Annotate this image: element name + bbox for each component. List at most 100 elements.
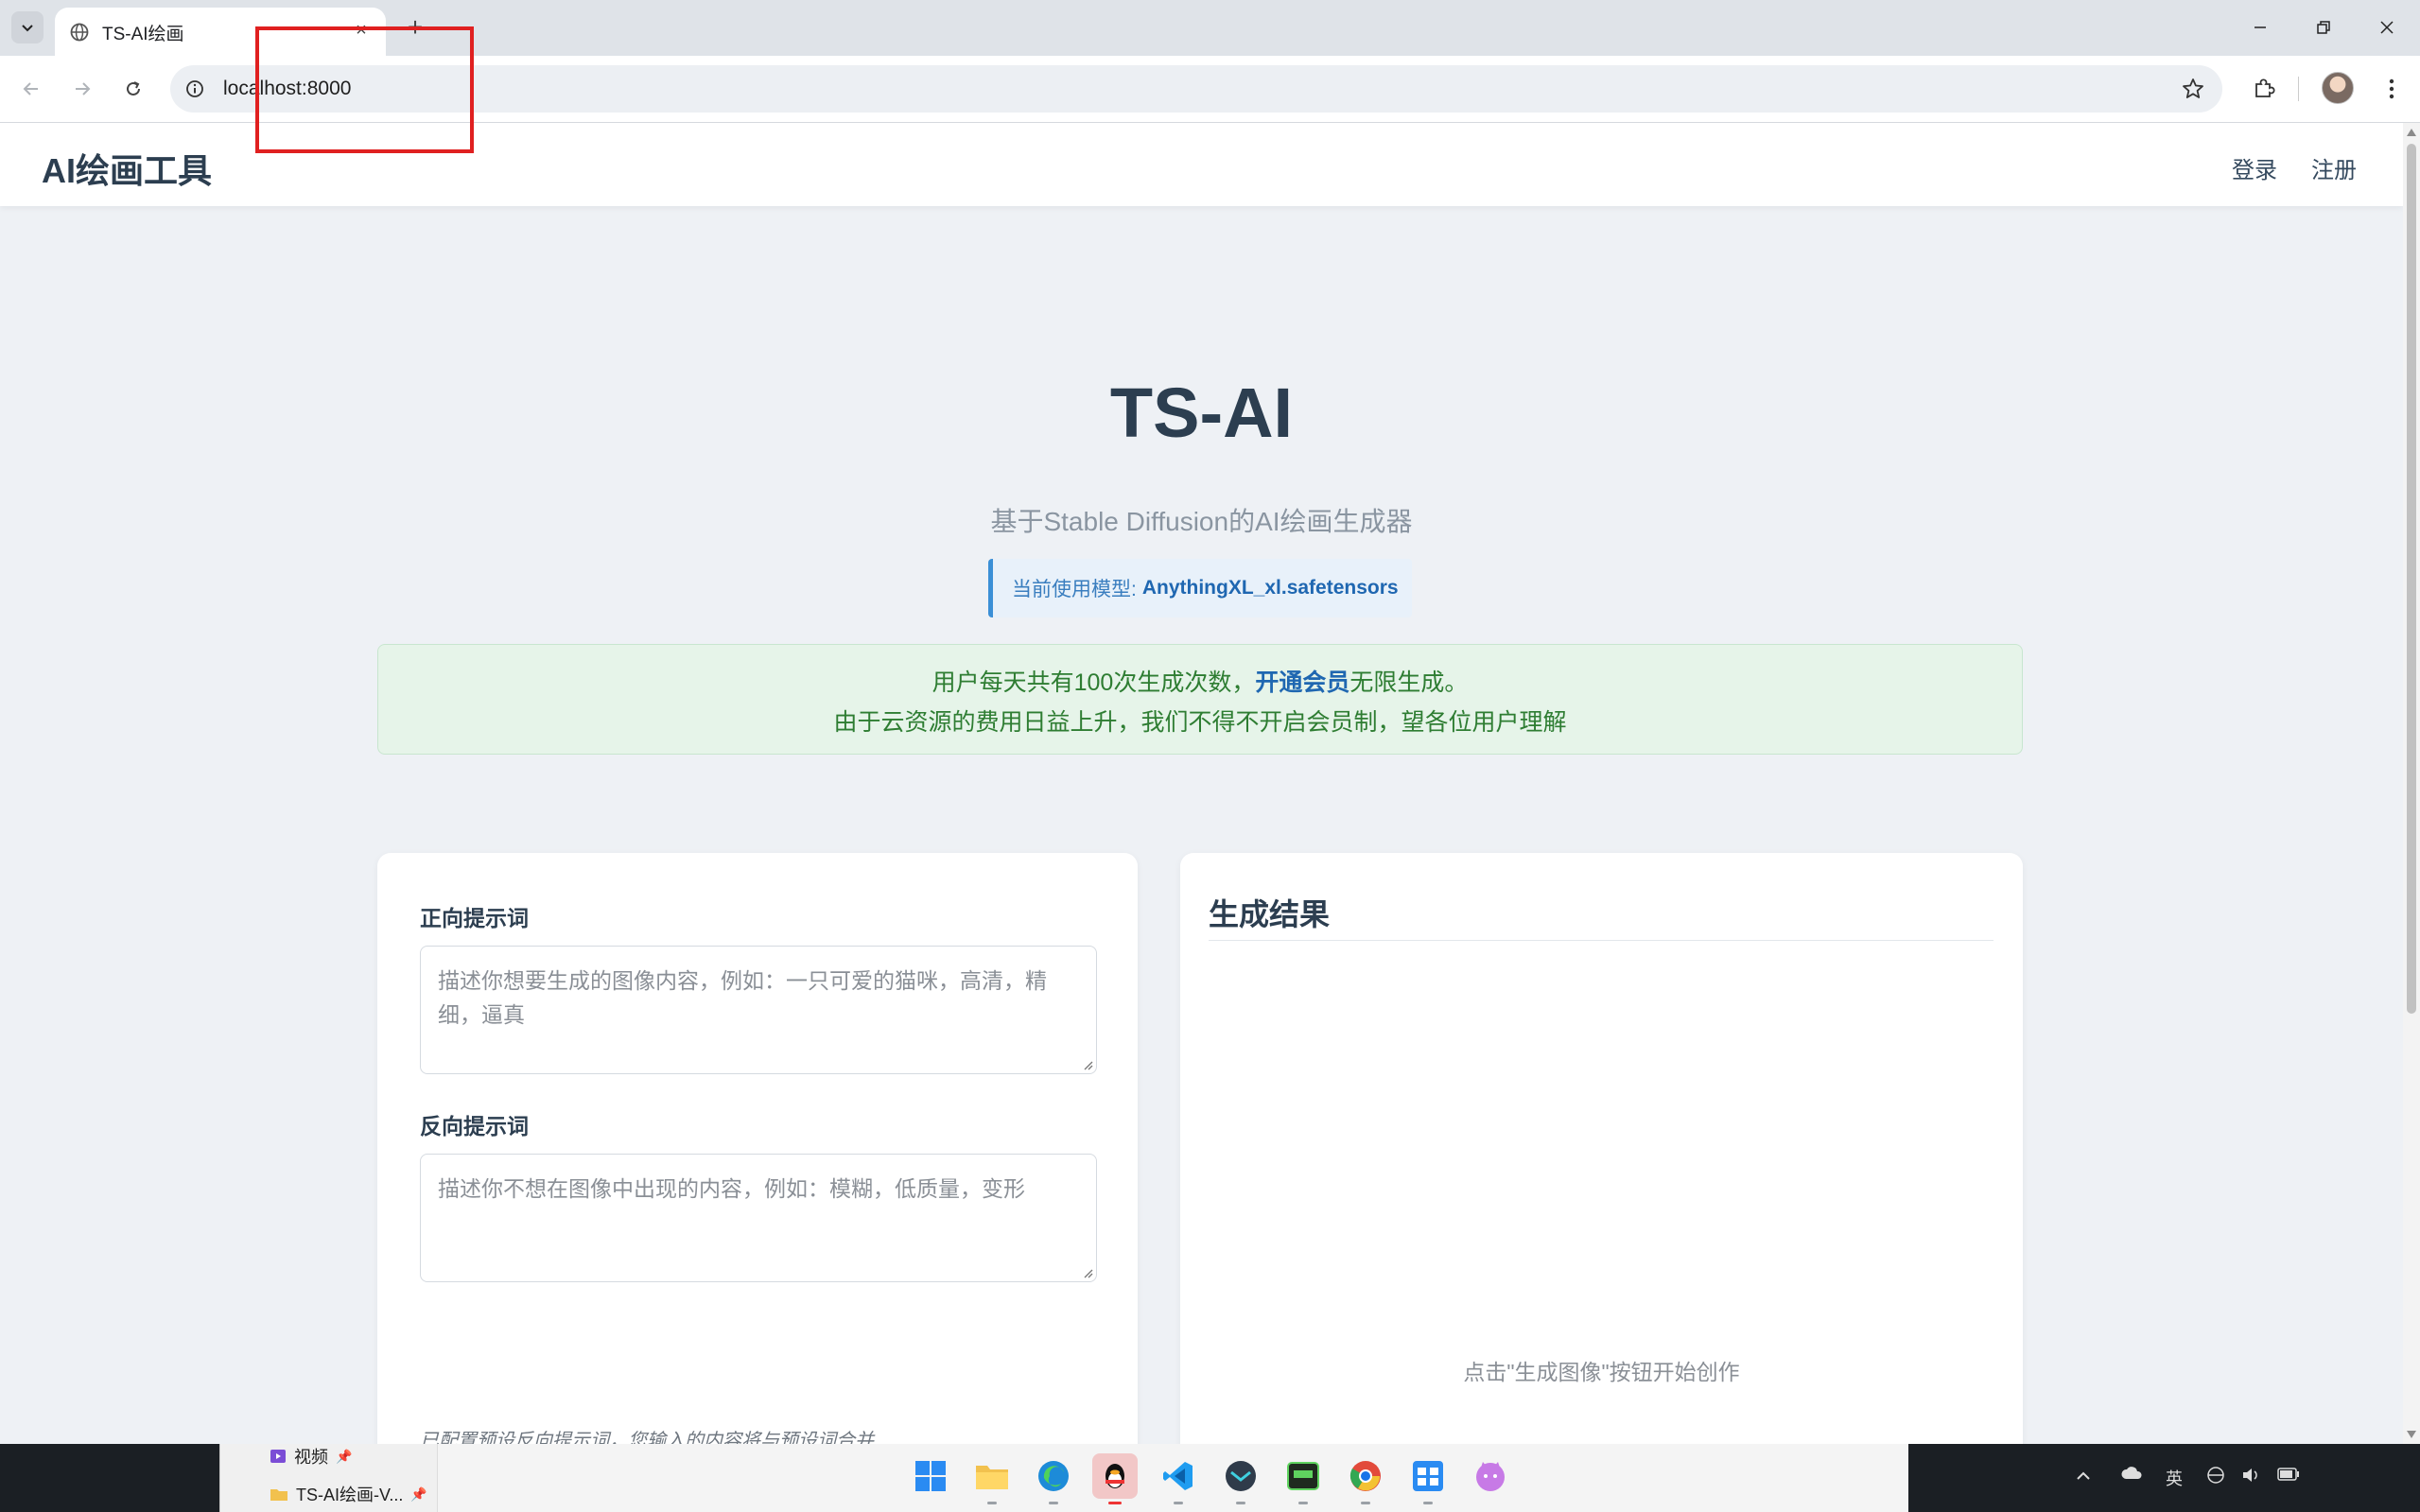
vip-link[interactable]: 开通会员 <box>1255 669 1349 696</box>
quick-access-label: 视频 <box>294 1448 328 1467</box>
start-button[interactable] <box>908 1453 953 1499</box>
reload-button[interactable] <box>115 71 151 107</box>
page-viewport: AI绘画工具 登录 注册 TS-AI 基于Stable Diffusion的AI… <box>0 123 2403 1444</box>
notice-line-2: 由于云资源的费用日益上升，我们不得不开启会员制，望各位用户理解 <box>833 709 1567 736</box>
taskbar-terminal[interactable] <box>1280 1453 1326 1504</box>
notice-text-end: 无限生成。 <box>1349 669 1469 696</box>
popup-quick-access: 视频 📌 TS-AI绘画-V... 📌 <box>220 1444 438 1512</box>
bookmark-star-icon[interactable] <box>2181 77 2205 101</box>
close-icon <box>2380 21 2394 34</box>
arrow-right-icon <box>76 82 91 96</box>
chevron-up-icon <box>2077 1471 2090 1480</box>
pin-icon: 📌 <box>336 1448 353 1464</box>
positive-prompt-input[interactable]: 描述你想要生成的图像内容，例如：一只可爱的猫咪，高清，精细，逼真 <box>420 946 1097 1074</box>
site-info-icon[interactable] <box>185 79 204 98</box>
globe-icon <box>70 23 89 42</box>
folder-icon <box>270 1489 287 1501</box>
notice-line-1: 用户每天共有100次生成次数，开通会员无限生成。 <box>378 664 2022 698</box>
arrow-left-icon <box>23 82 38 96</box>
result-card: 生成结果 点击"生成图像"按钮开始创作 <box>1180 853 2023 1444</box>
resize-grip-icon[interactable] <box>1082 1267 1093 1278</box>
positive-prompt-placeholder: 描述你想要生成的图像内容，例如：一只可爱的猫咪，高清，精细，逼真 <box>438 968 1047 1027</box>
page-subtitle: 基于Stable Diffusion的AI绘画生成器 <box>990 507 1413 536</box>
restore-button[interactable] <box>2295 9 2352 45</box>
scrollbar-thumb[interactable] <box>2407 144 2416 1014</box>
tab-title: TS-AI绘画 <box>102 25 184 44</box>
model-label: 当前使用模型: <box>1012 579 1137 600</box>
pin-icon: 📌 <box>410 1486 427 1502</box>
result-divider <box>1209 940 1993 941</box>
taskbar-chrome[interactable] <box>1343 1453 1388 1504</box>
globe-icon <box>2207 1467 2224 1484</box>
taskbar-file-explorer[interactable] <box>969 1453 1015 1504</box>
result-placeholder: 点击"生成图像"按钮开始创作 <box>1463 1360 1740 1384</box>
running-indicator <box>987 1502 997 1504</box>
minimize-button[interactable] <box>2232 9 2289 45</box>
penguin-icon <box>1106 1464 1124 1488</box>
running-indicator <box>1361 1502 1370 1504</box>
scroll-down-arrow[interactable] <box>2407 1431 2416 1438</box>
scroll-up-arrow[interactable] <box>2407 129 2416 136</box>
app-icon <box>1413 1461 1443 1491</box>
taskbar-qq[interactable] <box>1092 1453 1138 1504</box>
running-indicator <box>1174 1502 1183 1504</box>
negative-prompt-label: 反向提示词 <box>420 1114 529 1138</box>
running-indicator <box>1298 1502 1308 1504</box>
battery-icon <box>2277 1468 2299 1481</box>
positive-prompt-label: 正向提示词 <box>420 906 529 930</box>
cloud-icon <box>2121 1467 2142 1479</box>
app-icon <box>1226 1461 1256 1491</box>
generation-form-card: 正向提示词 描述你想要生成的图像内容，例如：一只可爱的猫咪，高清，精细，逼真 反… <box>377 853 1138 1444</box>
negative-prompt-placeholder: 描述你不想在图像中出现的内容，例如：模糊，低质量，变形 <box>438 1176 1025 1201</box>
page-scrollbar[interactable] <box>2403 123 2420 1444</box>
register-link[interactable]: 注册 <box>2311 151 2357 184</box>
close-window-button[interactable] <box>2359 9 2415 45</box>
reload-icon <box>127 81 140 96</box>
annotation-highlight-box <box>255 26 474 153</box>
taskbar-app-cat[interactable] <box>1468 1453 1513 1499</box>
tray-chevron[interactable] <box>2076 1466 2091 1486</box>
cat-icon <box>1476 1462 1505 1491</box>
more-vertical-icon <box>2389 78 2394 99</box>
tray-network[interactable] <box>2206 1466 2225 1489</box>
vscode-icon <box>1163 1462 1193 1490</box>
site-brand[interactable]: AI绘画工具 <box>42 144 212 193</box>
membership-notice: 用户每天共有100次生成次数，开通会员无限生成。 由于云资源的费用日益上升，我们… <box>377 644 2023 755</box>
tab-search-button[interactable] <box>11 11 44 43</box>
restore-icon <box>2317 21 2330 34</box>
login-link[interactable]: 登录 <box>2232 151 2277 184</box>
profile-avatar[interactable] <box>2322 72 2354 104</box>
chrome-icon <box>1349 1461 1381 1491</box>
chevron-down-icon <box>22 25 33 32</box>
notice-text: 用户每天共有100次生成次数， <box>931 669 1256 696</box>
extensions-button[interactable] <box>2246 71 2282 107</box>
quick-access-label: TS-AI绘画-V... <box>296 1486 404 1504</box>
tray-battery[interactable] <box>2277 1466 2300 1486</box>
back-button[interactable] <box>13 71 49 107</box>
quick-access-videos[interactable]: 视频 📌 <box>270 1444 352 1469</box>
address-bar[interactable]: localhost:8000 <box>170 65 2222 113</box>
puzzle-icon <box>2255 78 2275 97</box>
edge-icon <box>1038 1461 1069 1491</box>
video-folder-icon <box>270 1450 286 1463</box>
tray-onedrive[interactable] <box>2120 1466 2143 1486</box>
quick-access-project[interactable]: TS-AI绘画-V... 📌 <box>270 1482 427 1506</box>
speaker-icon <box>2243 1469 2257 1482</box>
resize-grip-icon[interactable] <box>1082 1059 1093 1070</box>
page-title: TS-AI <box>1109 374 1294 452</box>
negative-prompt-input[interactable]: 描述你不想在图像中出现的内容，例如：模糊，低质量，变形 <box>420 1154 1097 1282</box>
taskbar-edge[interactable] <box>1031 1453 1076 1504</box>
minimize-icon <box>2255 26 2266 28</box>
running-indicator <box>1423 1502 1433 1504</box>
toolbar-divider <box>2298 77 2299 101</box>
browser-menu-button[interactable] <box>2374 71 2410 107</box>
forward-button[interactable] <box>64 71 100 107</box>
taskbar-app-dark[interactable] <box>1218 1453 1263 1504</box>
running-indicator <box>1108 1502 1122 1504</box>
taskbar-app-blue[interactable] <box>1405 1453 1451 1504</box>
taskbar-vscode[interactable] <box>1156 1453 1201 1504</box>
tray-volume[interactable] <box>2241 1466 2260 1489</box>
folder-icon <box>976 1466 1008 1489</box>
tray-input-language[interactable]: 英 <box>2166 1466 2183 1490</box>
negative-hint-text: 已配置预设反向提示词，您输入的内容将与预设词合并 <box>420 1431 874 1444</box>
